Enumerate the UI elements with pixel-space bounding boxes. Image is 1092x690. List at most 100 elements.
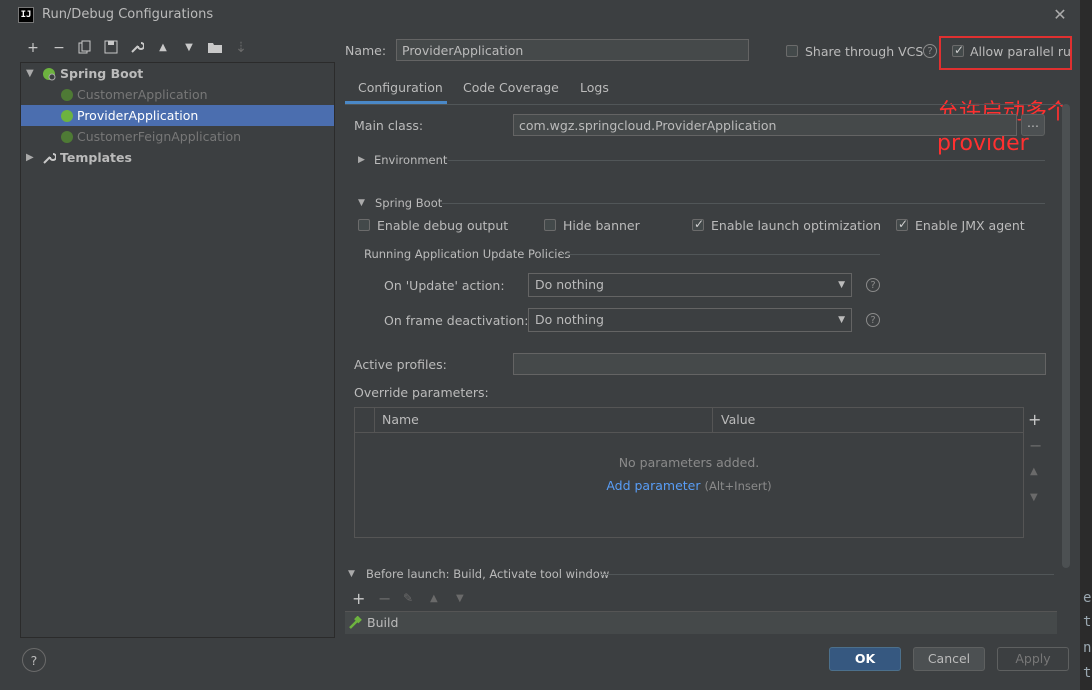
frame-deactivation-value: Do nothing	[535, 312, 604, 327]
enable-debug-output-checkbox[interactable]	[358, 219, 370, 231]
hide-banner-label: Hide banner	[563, 218, 640, 233]
spring-boot-app-icon	[61, 131, 73, 143]
move-up-icon: ▲	[1030, 466, 1038, 477]
share-vcs-label: Share through VCS	[805, 44, 924, 59]
active-profiles-label: Active profiles:	[354, 357, 447, 372]
close-icon[interactable]: ✕	[1052, 5, 1068, 24]
tab-divider	[345, 104, 1063, 105]
background-editor: e t n t	[1080, 0, 1092, 690]
update-action-value: Do nothing	[535, 277, 604, 292]
wrench-icon[interactable]	[129, 40, 145, 56]
save-icon[interactable]	[103, 40, 119, 56]
move-down-icon: ▼	[456, 593, 464, 604]
move-up-icon[interactable]: ▲	[155, 40, 171, 56]
spring-boot-app-icon	[61, 89, 73, 101]
divider	[562, 254, 880, 255]
before-launch-item-build[interactable]: Build	[367, 615, 398, 630]
enable-jmx-agent-label: Enable JMX agent	[915, 218, 1025, 233]
collapse-before-launch-icon[interactable]: ▼	[348, 569, 355, 579]
column-header-value[interactable]: Value	[721, 412, 755, 427]
help-icon[interactable]: ?	[923, 44, 937, 58]
remove-icon[interactable]: −	[51, 40, 67, 56]
tree-node-spring-boot[interactable]: ▼ Spring Boot	[21, 63, 334, 84]
policies-title: Running Application Update Policies	[364, 247, 571, 261]
chevron-down-icon: ▼	[838, 280, 845, 290]
update-action-label: On 'Update' action:	[384, 278, 505, 293]
remove-icon: −	[1029, 436, 1043, 455]
tree-item-label: CustomerApplication	[77, 87, 208, 102]
enable-launch-optimization-checkbox[interactable]	[692, 217, 704, 231]
main-class-label: Main class:	[354, 118, 424, 133]
remove-task-icon: −	[378, 589, 392, 608]
share-vcs-checkbox[interactable]	[786, 45, 798, 57]
tree-item-provider-application[interactable]: ProviderApplication	[21, 105, 334, 126]
tree-label-spring-boot: Spring Boot	[60, 66, 144, 81]
hammer-icon	[349, 616, 362, 629]
add-icon[interactable]: +	[25, 40, 41, 56]
add-parameter-row: Add parameter (Alt+Insert)	[355, 478, 1023, 493]
wrench-icon	[43, 153, 56, 164]
hide-banner-checkbox[interactable]	[544, 219, 556, 231]
help-button[interactable]: ?	[22, 648, 46, 672]
cancel-button[interactable]: Cancel	[913, 647, 985, 671]
enable-jmx-agent-checkbox[interactable]	[896, 217, 908, 231]
spring-boot-icon	[43, 68, 56, 81]
override-parameters-table: Name Value No parameters added. Add para…	[354, 407, 1024, 538]
divider	[448, 160, 1045, 161]
ok-button[interactable]: OK	[829, 647, 901, 671]
tab-logs[interactable]: Logs	[580, 80, 609, 104]
collapse-arrow-icon[interactable]: ▶	[26, 147, 36, 168]
copy-icon[interactable]	[77, 40, 93, 56]
tree-node-templates[interactable]: ▶ Templates	[21, 147, 334, 168]
edit-task-icon: ✎	[403, 591, 414, 605]
expand-environment-icon[interactable]: ▶	[358, 155, 365, 165]
add-icon[interactable]: +	[1028, 410, 1041, 429]
before-launch-list: Build	[345, 611, 1057, 634]
name-input[interactable]: ProviderApplication	[396, 39, 749, 61]
intellij-app-icon: IJ	[18, 7, 34, 23]
update-action-select[interactable]: Do nothing ▼	[528, 273, 852, 297]
tree-item-label: ProviderApplication	[77, 108, 199, 123]
table-header: Name Value	[355, 408, 1023, 433]
collapse-spring-boot-icon[interactable]: ▼	[358, 198, 365, 208]
enable-debug-output-label: Enable debug output	[377, 218, 509, 233]
folder-icon[interactable]	[207, 40, 223, 56]
override-parameters-label: Override parameters:	[354, 385, 489, 400]
empty-table-text: No parameters added.	[618, 455, 760, 470]
browse-main-class-button[interactable]: ...	[1021, 114, 1045, 136]
before-launch-section[interactable]: Before launch: Build, Activate tool wind…	[366, 567, 609, 581]
spring-boot-app-icon	[61, 110, 73, 122]
tree-item-customer-application[interactable]: CustomerApplication	[21, 84, 334, 105]
move-up-icon: ▲	[430, 593, 438, 604]
apply-button: Apply	[997, 647, 1069, 671]
annotation-highlight-box	[939, 36, 1072, 70]
spring-boot-section[interactable]: Spring Boot	[375, 196, 442, 210]
main-class-input[interactable]: com.wgz.springcloud.ProviderApplication	[513, 114, 1017, 136]
title-bar: IJ Run/Debug Configurations ✕	[0, 0, 1080, 30]
add-parameter-link[interactable]: Add parameter	[606, 478, 700, 493]
tree-item-label: CustomerFeignApplication	[77, 129, 242, 144]
add-task-icon[interactable]: +	[352, 589, 365, 608]
configuration-tree: ▼ Spring Boot CustomerApplication Provid…	[20, 62, 335, 638]
expand-arrow-icon[interactable]: ▼	[26, 63, 36, 84]
frame-deactivation-select[interactable]: Do nothing ▼	[528, 308, 852, 332]
add-parameter-hint: (Alt+Insert)	[704, 479, 772, 493]
scrollbar[interactable]	[1062, 104, 1070, 568]
divider	[600, 574, 1054, 575]
tree-label-templates: Templates	[60, 150, 132, 165]
tree-item-customer-feign-application[interactable]: CustomerFeignApplication	[21, 126, 334, 147]
tab-code-coverage[interactable]: Code Coverage	[463, 80, 559, 104]
run-debug-dialog: IJ Run/Debug Configurations ✕ + − ▲ ▼ ⇣ …	[0, 0, 1080, 690]
help-icon[interactable]: ?	[866, 278, 880, 292]
active-profiles-input[interactable]	[513, 353, 1046, 375]
chevron-down-icon: ▼	[838, 315, 845, 325]
move-down-icon: ▼	[1030, 492, 1038, 503]
environment-section[interactable]: Environment	[374, 153, 447, 167]
sort-icon: ⇣	[235, 40, 247, 56]
enable-launch-optimization-label: Enable launch optimization	[711, 218, 882, 233]
name-label: Name:	[345, 43, 387, 58]
divider	[442, 203, 1045, 204]
column-header-name[interactable]: Name	[382, 412, 419, 427]
move-down-icon[interactable]: ▼	[181, 40, 197, 56]
help-icon[interactable]: ?	[866, 313, 880, 327]
